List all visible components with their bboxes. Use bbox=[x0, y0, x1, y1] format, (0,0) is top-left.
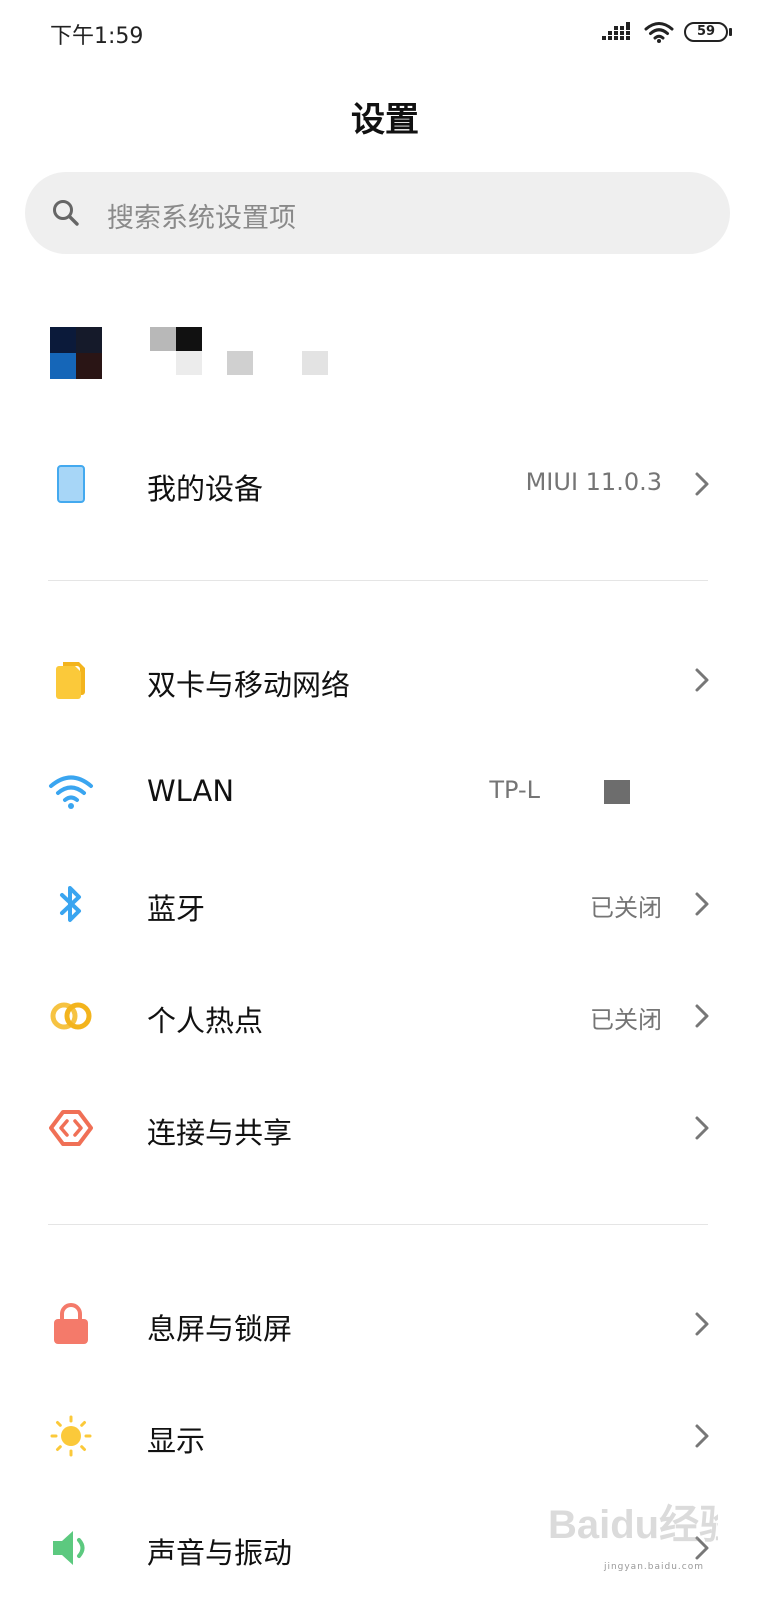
chevron-right-icon bbox=[695, 668, 709, 692]
signal-icon bbox=[602, 22, 630, 40]
row-label: 息屏与锁屏 bbox=[147, 1312, 293, 1346]
baidu-watermark-logo: Baidu经验 bbox=[548, 1503, 718, 1547]
search-input[interactable]: 搜索系统设置项 bbox=[25, 172, 730, 254]
row-value: 已关闭 bbox=[590, 894, 662, 922]
row-bluetooth[interactable]: 蓝牙 已关闭 bbox=[0, 854, 770, 954]
obscured-network-name bbox=[604, 780, 630, 804]
avatar bbox=[50, 327, 102, 379]
row-label: 显示 bbox=[147, 1424, 206, 1458]
speaker-icon bbox=[46, 1526, 96, 1570]
chevron-right-icon bbox=[695, 1116, 709, 1140]
chevron-right-icon bbox=[695, 472, 709, 496]
tablet-icon bbox=[46, 462, 96, 506]
chevron-right-icon bbox=[695, 1312, 709, 1336]
row-label: 双卡与移动网络 bbox=[147, 668, 351, 702]
row-label: 个人热点 bbox=[147, 1004, 264, 1038]
wifi-icon bbox=[46, 770, 96, 814]
row-display[interactable]: 显示 bbox=[0, 1386, 770, 1486]
hotspot-icon bbox=[46, 994, 96, 1038]
row-value: TP-L bbox=[489, 776, 540, 804]
wifi-status-icon bbox=[644, 22, 674, 43]
sun-icon bbox=[46, 1414, 96, 1458]
obscured-account-name bbox=[150, 327, 330, 379]
row-hotspot[interactable]: 个人热点 已关闭 bbox=[0, 966, 770, 1066]
row-sim-network[interactable]: 双卡与移动网络 bbox=[0, 630, 770, 730]
row-value: MIUI 11.0.3 bbox=[525, 468, 662, 496]
row-connection-sharing[interactable]: 连接与共享 bbox=[0, 1078, 770, 1178]
chevron-right-icon bbox=[695, 892, 709, 916]
divider bbox=[48, 580, 708, 581]
sim-card-icon bbox=[46, 658, 96, 702]
divider bbox=[48, 1224, 708, 1225]
row-label: 我的设备 bbox=[147, 472, 264, 506]
row-lock-screen[interactable]: 息屏与锁屏 bbox=[0, 1274, 770, 1374]
status-bar: 下午1:59 59 bbox=[0, 0, 770, 64]
status-time: 下午1:59 bbox=[50, 24, 144, 49]
page-title: 设置 bbox=[351, 100, 419, 140]
account-row[interactable] bbox=[0, 310, 770, 400]
row-label: 声音与振动 bbox=[147, 1536, 293, 1570]
battery-icon: 59 bbox=[684, 22, 732, 42]
chevron-right-icon bbox=[695, 1424, 709, 1448]
row-value: 已关闭 bbox=[590, 1006, 662, 1034]
row-label: 连接与共享 bbox=[147, 1116, 293, 1150]
svg-text:Baidu经验: Baidu经验 bbox=[548, 1503, 718, 1547]
search-placeholder: 搜索系统设置项 bbox=[107, 203, 296, 234]
row-my-device[interactable]: 我的设备 MIUI 11.0.3 bbox=[0, 434, 770, 534]
status-icons: 59 bbox=[602, 18, 732, 46]
bluetooth-icon bbox=[46, 882, 96, 926]
row-label: WLAN bbox=[147, 774, 235, 808]
lock-icon bbox=[46, 1302, 96, 1346]
row-wlan[interactable]: WLAN TP-L bbox=[0, 742, 770, 842]
row-label: 蓝牙 bbox=[147, 892, 206, 926]
watermark-text: jingyan.baidu.com bbox=[603, 1562, 704, 1572]
search-icon bbox=[53, 200, 79, 226]
chevron-right-icon bbox=[695, 1004, 709, 1028]
share-icon bbox=[46, 1106, 96, 1150]
